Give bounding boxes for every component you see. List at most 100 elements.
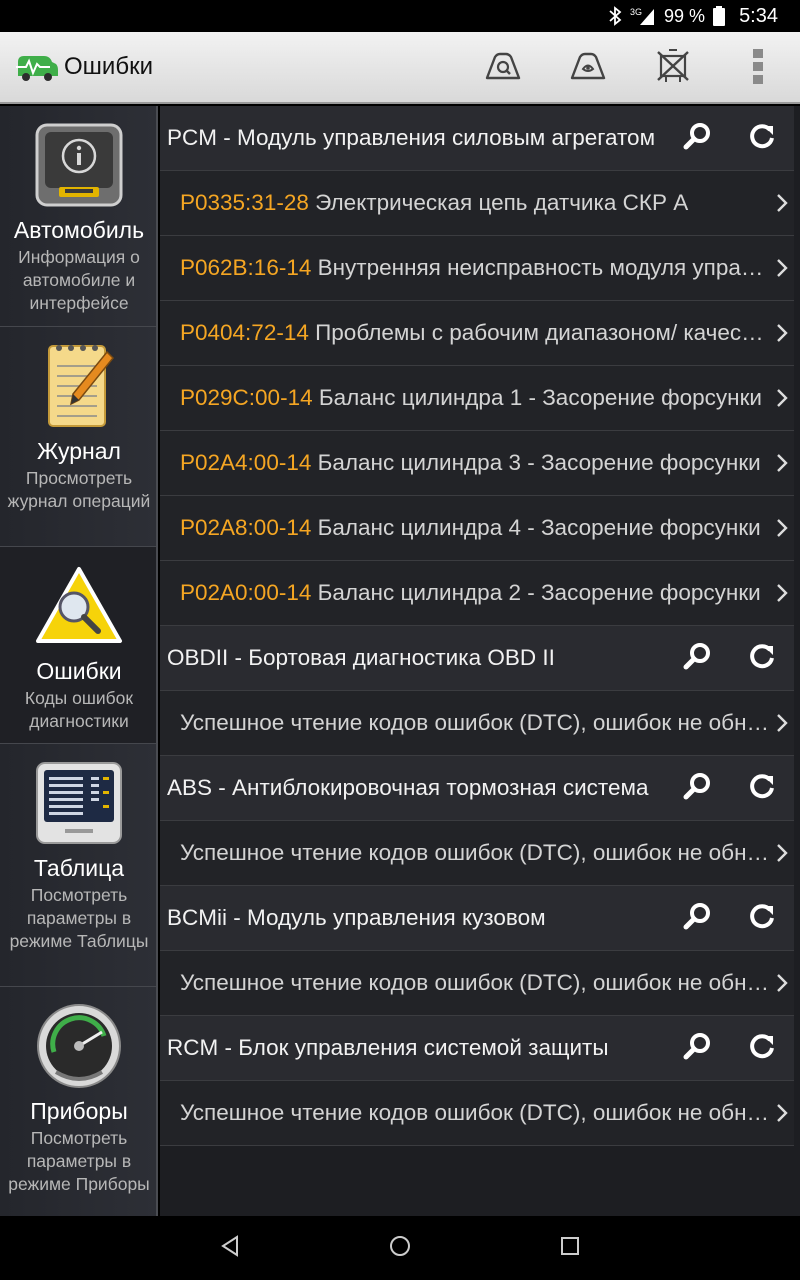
module-title: ABS - Антиблокировочная тормозная систем… — [167, 775, 649, 800]
search-button[interactable] — [678, 638, 718, 678]
chevron-right-icon — [770, 321, 794, 345]
dtc-row[interactable]: P029C:00-14 Баланс цилиндра 1 - Засорени… — [160, 366, 794, 431]
dtc-row[interactable]: P02A0:00-14 Баланс цилиндра 2 - Засорени… — [160, 561, 794, 626]
table-monitor-icon — [34, 758, 124, 848]
dtc-row[interactable]: P02A8:00-14 Баланс цилиндра 4 - Засорени… — [160, 496, 794, 561]
search-icon — [683, 771, 713, 806]
dtc-row[interactable]: Успешное чтение кодов ошибок (DTC), ошиб… — [160, 821, 794, 886]
dtc-description: Электрическая цепь датчика СКР А — [315, 190, 689, 215]
navigation-bar — [0, 1216, 800, 1280]
chevron-right-icon — [770, 1101, 794, 1125]
module-header-rcm[interactable]: RCM - Блок управления системой защиты — [160, 1016, 794, 1081]
battery-icon — [713, 6, 726, 26]
signal-icon: 3G — [630, 6, 656, 26]
sidebar-item-label: Таблица — [33, 855, 125, 881]
search-icon — [683, 901, 713, 936]
search-icon — [683, 641, 713, 676]
clock: 5:34 — [739, 4, 778, 27]
sidebar-item-desc: Коды ошибок диагностики — [24, 688, 134, 731]
dtc-code: P02A8:00-14 — [180, 515, 312, 540]
search-button[interactable] — [678, 1028, 718, 1068]
dtc-row[interactable]: P0335:31-28 Электрическая цепь датчика С… — [160, 171, 794, 236]
dtc-description: Успешное чтение кодов ошибок (DTC), ошиб… — [180, 970, 770, 995]
sidebar-item-desc: Посмотреть параметры в режиме Приборы — [8, 1128, 150, 1194]
module-title: PCM - Модуль управления силовым агрегато… — [167, 125, 656, 150]
module-header-obdii[interactable]: OBDII - Бортовая диагностика OBD II — [160, 626, 794, 691]
dtc-code: P0335:31-28 — [180, 190, 309, 215]
overflow-menu-icon — [752, 48, 764, 89]
search-button[interactable] — [678, 768, 718, 808]
chevron-right-icon — [770, 971, 794, 995]
dtc-description: Внутренняя неисправность модуля управлен… — [317, 255, 770, 280]
battery-percent: 99 % — [664, 5, 706, 26]
dtc-code: P02A4:00-14 — [180, 450, 312, 475]
sidebar-item-label: Журнал — [37, 438, 121, 464]
dtc-row[interactable]: Успешное чтение кодов ошибок (DTC), ошиб… — [160, 691, 794, 756]
refresh-button[interactable] — [742, 118, 782, 158]
dtc-description: Успешное чтение кодов ошибок (DTC), ошиб… — [180, 840, 770, 865]
app-logo-icon[interactable] — [14, 47, 60, 87]
refresh-button[interactable] — [742, 1028, 782, 1068]
module-title: BCMii - Модуль управления кузовом — [167, 905, 546, 930]
search-button[interactable] — [678, 898, 718, 938]
dtc-description: Проблемы с рабочим диапазоном/ качеством — [315, 320, 770, 345]
recents-button[interactable] — [540, 1228, 600, 1268]
home-button[interactable] — [370, 1228, 430, 1268]
search-icon — [683, 1031, 713, 1066]
dtc-row[interactable]: Успешное чтение кодов ошибок (DTC), ошиб… — [160, 951, 794, 1016]
dtc-row[interactable]: Успешное чтение кодов ошибок (DTC), ошиб… — [160, 1081, 794, 1146]
dtc-description: Успешное чтение кодов ошибок (DTC), ошиб… — [180, 710, 770, 735]
dtc-row[interactable]: P02A4:00-14 Баланс цилиндра 3 - Засорени… — [160, 431, 794, 496]
page-title: Ошибки — [64, 53, 153, 80]
notepad-icon — [34, 341, 124, 431]
dtc-description: Баланс цилиндра 1 - Засорение форсунки — [318, 385, 762, 410]
refresh-button[interactable] — [742, 898, 782, 938]
sidebar-item-desc: Информация о автомобиле и интерфейсе — [18, 247, 140, 313]
dtc-list: PCM - Модуль управления силовым агрегато… — [160, 106, 800, 1216]
dtc-description: Баланс цилиндра 3 - Засорение форсунки — [317, 450, 761, 475]
dtc-code: P062B:16-14 — [180, 255, 312, 280]
clear-codes-button[interactable] — [545, 32, 630, 104]
sidebar-item-log[interactable]: Журнал Просмотреть журнал операций — [0, 327, 156, 547]
refresh-button[interactable] — [742, 768, 782, 808]
search-button[interactable] — [678, 118, 718, 158]
module-title: OBDII - Бортовая диагностика OBD II — [167, 645, 555, 670]
network-type: 3G — [630, 7, 642, 17]
refresh-icon — [748, 772, 776, 805]
chevron-right-icon — [770, 841, 794, 865]
sidebar: Автомобиль Информация о автомобиле и инт… — [0, 106, 158, 1216]
dtc-row[interactable]: P062B:16-14 Внутренняя неисправность мод… — [160, 236, 794, 301]
bluetooth-icon — [608, 6, 622, 26]
chevron-right-icon — [770, 451, 794, 475]
module-header-bcm[interactable]: BCMii - Модуль управления кузовом — [160, 886, 794, 951]
sidebar-item-desc: Посмотреть параметры в режиме Таблицы — [9, 885, 149, 951]
module-title: RCM - Блок управления системой защиты — [167, 1035, 609, 1060]
module-header-abs[interactable]: ABS - Антиблокировочная тормозная систем… — [160, 756, 794, 821]
module-header-pcm[interactable]: PCM - Модуль управления силовым агрегато… — [160, 106, 794, 171]
refresh-icon — [748, 1032, 776, 1065]
status-bar: 3G 99 % 5:34 — [0, 0, 800, 32]
read-codes-button[interactable] — [460, 32, 545, 104]
sidebar-item-errors[interactable]: Ошибки Коды ошибок диагностики — [0, 547, 156, 744]
dtc-code: P02A0:00-14 — [180, 580, 312, 605]
back-button[interactable] — [200, 1228, 260, 1268]
sidebar-item-gauges[interactable]: Приборы Посмотреть параметры в режиме Пр… — [0, 987, 156, 1216]
refresh-icon — [748, 122, 776, 155]
refresh-icon — [748, 642, 776, 675]
warning-magnifier-icon — [34, 561, 124, 651]
dtc-description: Баланс цилиндра 4 - Засорение форсунки — [317, 515, 761, 540]
dtc-row[interactable]: P0404:72-14 Проблемы с рабочим диапазоно… — [160, 301, 794, 366]
chevron-right-icon — [770, 516, 794, 540]
chevron-right-icon — [770, 386, 794, 410]
clear-all-icon — [655, 48, 691, 89]
sidebar-item-label: Приборы — [30, 1098, 128, 1124]
overflow-menu-button[interactable] — [715, 32, 800, 104]
chevron-right-icon — [770, 581, 794, 605]
refresh-button[interactable] — [742, 638, 782, 678]
sidebar-item-desc: Просмотреть журнал операций — [7, 468, 151, 511]
sidebar-item-table[interactable]: Таблица Посмотреть параметры в режиме Та… — [0, 744, 156, 987]
clear-all-button[interactable] — [630, 32, 715, 104]
sidebar-item-car[interactable]: Автомобиль Информация о автомобиле и инт… — [0, 106, 156, 327]
read-codes-icon — [485, 51, 521, 86]
search-icon — [683, 121, 713, 156]
